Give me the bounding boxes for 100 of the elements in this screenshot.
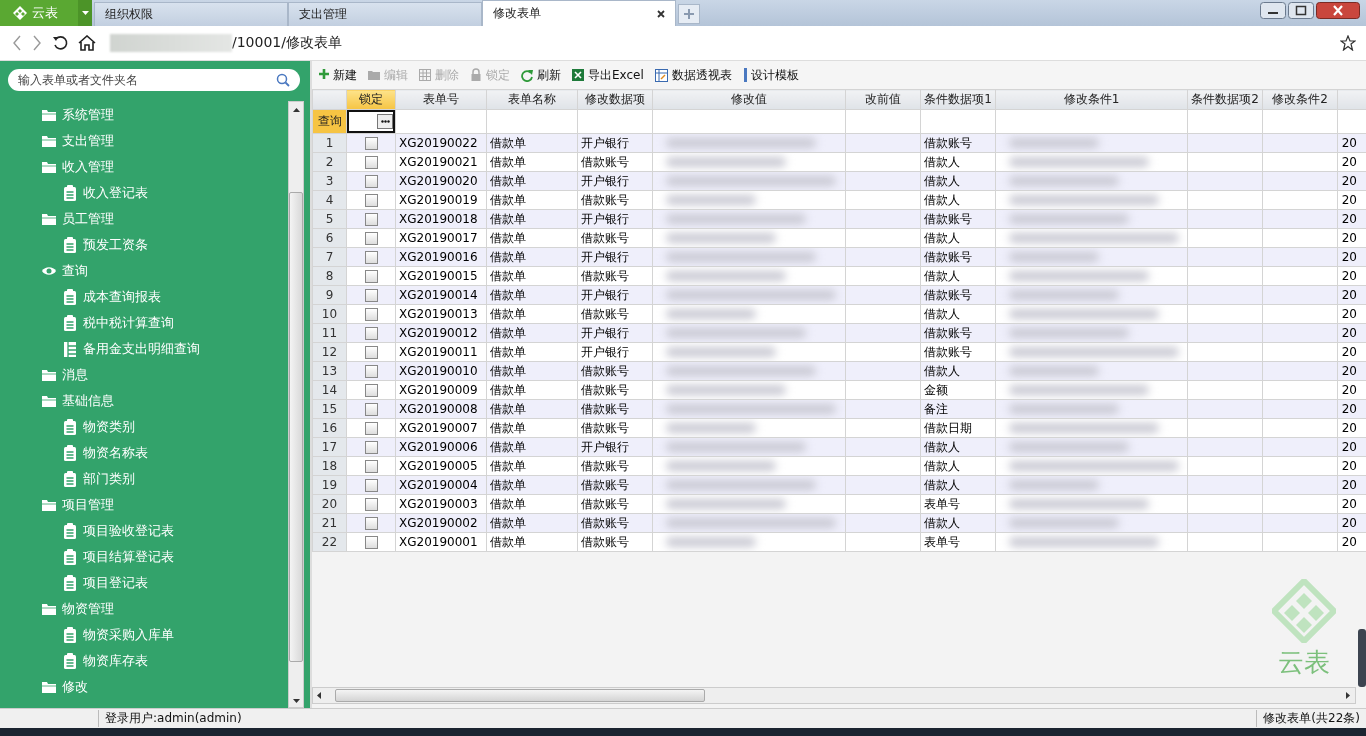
tree-item[interactable]: 系统管理 bbox=[0, 102, 288, 128]
checkbox[interactable] bbox=[364, 516, 378, 530]
tree-item[interactable]: 查询 bbox=[0, 258, 288, 284]
folder-icon bbox=[41, 211, 57, 227]
refresh-icon bbox=[520, 68, 534, 82]
tree-item[interactable]: 修改 bbox=[0, 674, 288, 700]
tree-item[interactable]: 收入登记表 bbox=[0, 180, 288, 206]
column-header[interactable]: 条件数据项2 bbox=[1187, 89, 1263, 110]
side-handle[interactable] bbox=[1358, 629, 1366, 687]
table-cell: 借款人 bbox=[920, 266, 996, 286]
checkbox[interactable] bbox=[364, 440, 378, 454]
more-button[interactable] bbox=[377, 114, 393, 129]
toolbar-button[interactable]: 刷新 bbox=[520, 66, 561, 84]
checkbox[interactable] bbox=[364, 421, 378, 435]
dropdown-button[interactable] bbox=[78, 0, 92, 26]
folder-icon bbox=[367, 68, 381, 82]
forward-icon[interactable] bbox=[32, 35, 42, 51]
tree-item[interactable]: 成本查询报表 bbox=[0, 284, 288, 310]
checkbox[interactable] bbox=[364, 364, 378, 378]
column-header[interactable]: 条件数据项1 bbox=[920, 89, 996, 110]
close-icon[interactable] bbox=[1316, 2, 1360, 19]
toolbar-button[interactable]: 导出Excel bbox=[571, 66, 644, 84]
toolbar-button[interactable]: 新建 bbox=[318, 66, 357, 84]
column-header[interactable]: 表单名称 bbox=[486, 89, 578, 110]
tree-item[interactable]: 部门类别 bbox=[0, 466, 288, 492]
tree-item[interactable]: 税中税计算查询 bbox=[0, 310, 288, 336]
table-cell: 借款单 bbox=[486, 418, 578, 438]
minimize-icon[interactable] bbox=[1260, 2, 1286, 19]
list-icon bbox=[62, 341, 78, 357]
checkbox[interactable] bbox=[364, 535, 378, 549]
checkbox[interactable] bbox=[364, 155, 378, 169]
search-field[interactable]: 输入表单或者文件夹名 bbox=[8, 69, 300, 91]
tree-item[interactable]: 员工管理 bbox=[0, 206, 288, 232]
tree-item[interactable]: 物资库存表 bbox=[0, 648, 288, 674]
scrollbar[interactable] bbox=[288, 101, 304, 708]
query-field[interactable] bbox=[347, 110, 395, 133]
table-cell: 借款单 bbox=[486, 304, 578, 324]
tree-item[interactable]: 项目管理 bbox=[0, 492, 288, 518]
tree-item[interactable]: 收入管理 bbox=[0, 154, 288, 180]
checkbox[interactable] bbox=[364, 136, 378, 150]
tree-item[interactable]: 预发工资条 bbox=[0, 232, 288, 258]
table-cell: 借款账号 bbox=[577, 456, 653, 476]
checkbox[interactable] bbox=[364, 345, 378, 359]
checkbox[interactable] bbox=[364, 212, 378, 226]
column-header[interactable]: 修改条件1 bbox=[995, 89, 1188, 110]
checkbox[interactable] bbox=[364, 174, 378, 188]
reload-icon[interactable] bbox=[52, 35, 68, 51]
checkbox[interactable] bbox=[364, 326, 378, 340]
checkbox[interactable] bbox=[364, 193, 378, 207]
spreadsheet-icon bbox=[571, 68, 585, 82]
checkbox[interactable] bbox=[364, 250, 378, 264]
toolbar-button[interactable]: 数据透视表 bbox=[653, 66, 732, 84]
tab[interactable]: 支出管理 bbox=[288, 2, 482, 26]
checkbox[interactable] bbox=[364, 478, 378, 492]
checkbox[interactable] bbox=[364, 497, 378, 511]
tree-item[interactable]: 项目结算登记表 bbox=[0, 544, 288, 570]
table-cell: 金额 bbox=[920, 380, 996, 400]
tree-item[interactable]: 项目验收登记表 bbox=[0, 518, 288, 544]
table-cell: 借款单 bbox=[486, 456, 578, 476]
column-header[interactable]: 改前值 bbox=[845, 89, 921, 110]
tree-item[interactable]: 备用金支出明细查询 bbox=[0, 336, 288, 362]
close-icon[interactable] bbox=[657, 9, 665, 18]
checkbox[interactable] bbox=[364, 383, 378, 397]
status-text: 登录用户:admin(admin) bbox=[98, 710, 242, 727]
clipboard-icon bbox=[62, 445, 78, 461]
app-menu-button[interactable]: 云表 bbox=[0, 0, 78, 26]
back-icon[interactable] bbox=[12, 35, 22, 51]
query-label: 查询 bbox=[312, 109, 347, 134]
checkbox[interactable] bbox=[364, 307, 378, 321]
column-header[interactable]: 修改值 bbox=[652, 89, 846, 110]
tree-item[interactable]: 基础信息 bbox=[0, 388, 288, 414]
table-cell: 借款单 bbox=[486, 152, 578, 172]
tree-item[interactable]: 项目登记表 bbox=[0, 570, 288, 596]
tree-item[interactable]: 物资类别 bbox=[0, 414, 288, 440]
maximize-icon[interactable] bbox=[1288, 2, 1314, 19]
folder-icon bbox=[41, 107, 57, 123]
star-icon[interactable] bbox=[1340, 35, 1356, 51]
tree-item[interactable]: 物资名称表 bbox=[0, 440, 288, 466]
checkbox[interactable] bbox=[364, 288, 378, 302]
tab[interactable]: 修改表单 bbox=[482, 0, 676, 26]
toolbar-button[interactable]: 设计模板 bbox=[741, 66, 799, 84]
table-cell: XG20190015 bbox=[395, 266, 487, 286]
column-header[interactable]: 表单号 bbox=[395, 89, 487, 110]
column-header[interactable]: 修改数据项 bbox=[577, 89, 653, 110]
folder-icon bbox=[41, 393, 57, 409]
column-header[interactable]: 锁定 bbox=[346, 89, 396, 110]
tree-item[interactable]: 消息 bbox=[0, 362, 288, 388]
home-icon[interactable] bbox=[78, 35, 96, 51]
checkbox[interactable] bbox=[364, 459, 378, 473]
address-text[interactable]: /10001/修改表单 bbox=[232, 34, 342, 52]
tree-item[interactable]: 物资采购入库单 bbox=[0, 622, 288, 648]
scrollbar[interactable] bbox=[312, 687, 1356, 704]
tree-item[interactable]: 支出管理 bbox=[0, 128, 288, 154]
column-header[interactable]: 修改条件2 bbox=[1262, 89, 1338, 110]
checkbox[interactable] bbox=[364, 402, 378, 416]
checkbox[interactable] bbox=[364, 269, 378, 283]
tab[interactable]: 组织权限 bbox=[94, 2, 288, 26]
new-tab-button[interactable] bbox=[678, 4, 700, 24]
checkbox[interactable] bbox=[364, 231, 378, 245]
tree-item[interactable]: 物资管理 bbox=[0, 596, 288, 622]
